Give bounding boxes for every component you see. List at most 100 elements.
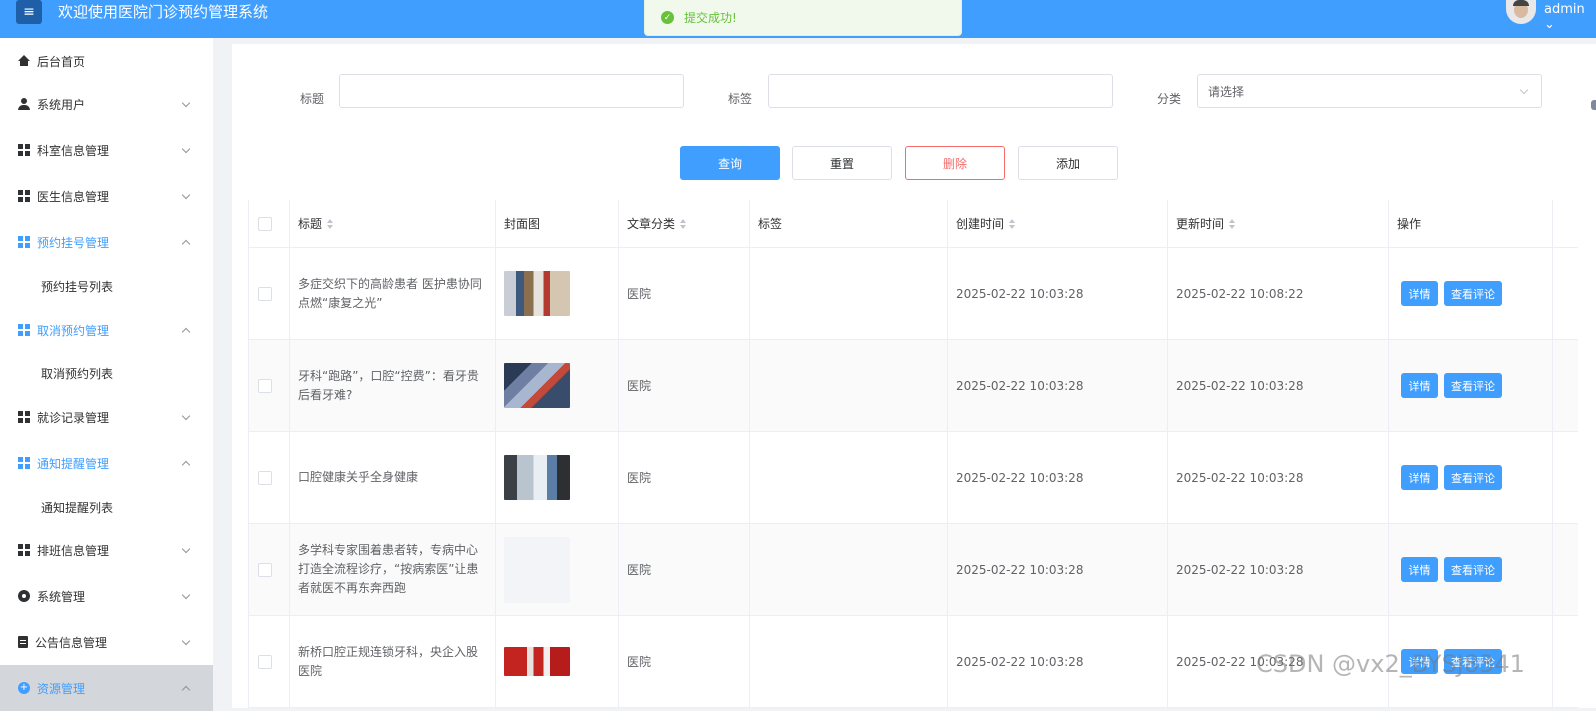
delete-button[interactable]: 删除	[905, 146, 1005, 180]
row-created: 2025-02-22 10:03:28	[956, 654, 1084, 669]
sidebar-subitem-cancellation-list[interactable]: 取消预约列表	[0, 350, 213, 396]
articles-table: 标题 封面图 文章分类 标签 创建时间 更新时间 操作 多症交织下的高龄患者 医…	[248, 200, 1578, 708]
row-category: 医院	[627, 379, 652, 393]
sidebar-item-label: 资源管理	[37, 681, 86, 696]
column-header-title[interactable]: 标题	[290, 200, 496, 247]
sidebar-item-label: 预约挂号管理	[37, 235, 110, 250]
tag-filter-label: 标签	[728, 92, 753, 106]
table-row: 多症交织下的高龄患者 医护患协同点燃“康复之光” 医院 2025-02-22 1…	[249, 248, 1578, 340]
sort-icon[interactable]	[1009, 218, 1016, 229]
row-title: 多症交织下的高龄患者 医护患协同点燃“康复之光”	[298, 276, 482, 310]
column-header-created[interactable]: 创建时间	[948, 200, 1168, 247]
sort-icon[interactable]	[680, 218, 687, 229]
category-select-placeholder: 请选择	[1208, 84, 1245, 99]
tag-filter-input[interactable]	[768, 74, 1113, 108]
column-header-category[interactable]: 文章分类	[619, 200, 750, 247]
sidebar-item-system-settings[interactable]: 系统管理	[0, 573, 213, 619]
grid-icon	[18, 190, 30, 202]
row-updated: 2025-02-22 10:08:22	[1176, 286, 1304, 301]
detail-button[interactable]: 详情	[1401, 281, 1438, 306]
chevron-down-icon	[181, 144, 191, 154]
chevron-up-icon	[181, 327, 191, 337]
sidebar-subitem-notification-list[interactable]: 通知提醒列表	[0, 484, 213, 530]
column-header-tag: 标签	[750, 200, 948, 247]
toast-message: 提交成功!	[684, 11, 737, 25]
table-row: 牙科“跑路”，口腔“控费”：看牙贵后看牙难? 医院 2025-02-22 10:…	[249, 340, 1578, 432]
view-comments-button[interactable]: 查看评论	[1444, 557, 1502, 582]
sort-icon[interactable]	[327, 218, 334, 229]
chevron-down-icon	[181, 544, 191, 554]
sidebar-item-visit-records[interactable]: 就诊记录管理	[0, 394, 213, 440]
sidebar-item-label: 公告信息管理	[35, 635, 108, 650]
sidebar-item-notifications[interactable]: 通知提醒管理	[0, 440, 213, 486]
row-checkbox[interactable]	[258, 378, 272, 393]
column-header-actions: 操作	[1389, 200, 1553, 247]
sidebar-subitem-appointment-list[interactable]: 预约挂号列表	[0, 263, 213, 309]
reset-button[interactable]: 重置	[792, 146, 892, 180]
chevron-up-icon	[181, 239, 191, 249]
select-all-checkbox[interactable]	[258, 216, 272, 231]
grid-icon	[18, 324, 30, 336]
row-checkbox[interactable]	[258, 470, 272, 485]
view-comments-button[interactable]: 查看评论	[1444, 281, 1502, 306]
chevron-down-icon	[181, 190, 191, 200]
grid-icon	[18, 236, 30, 248]
row-title: 多学科专家围着患者转，专病中心打造全流程诊疗，“按病索医”让患者就医不再东奔西跑	[298, 543, 479, 595]
row-checkbox[interactable]	[258, 562, 272, 577]
row-updated: 2025-02-22 10:03:28	[1176, 470, 1304, 485]
detail-button[interactable]: 详情	[1401, 465, 1438, 490]
sidebar-item-home[interactable]: 后台首页	[0, 38, 213, 84]
row-category: 医院	[627, 563, 652, 577]
sidebar-item-resources[interactable]: + 资源管理	[0, 665, 213, 711]
sidebar-item-doctors[interactable]: 医生信息管理	[0, 173, 213, 219]
row-created: 2025-02-22 10:03:28	[956, 378, 1084, 393]
sidebar-item-label: 系统用户	[37, 97, 86, 112]
title-filter-input[interactable]	[339, 74, 684, 108]
row-category: 医院	[627, 471, 652, 485]
plus-circle-icon: +	[18, 682, 30, 694]
row-category: 医院	[627, 655, 652, 669]
sidebar-item-label: 取消预约管理	[37, 323, 110, 338]
gear-icon	[18, 590, 30, 602]
chevron-up-icon	[181, 685, 191, 695]
chevron-down-icon	[181, 636, 191, 646]
row-created: 2025-02-22 10:03:28	[956, 286, 1084, 301]
watermark-text: CSDN @vx2_BYSJ8341	[1256, 650, 1525, 678]
view-comments-button[interactable]: 查看评论	[1444, 465, 1502, 490]
user-icon	[18, 98, 30, 110]
sidebar-item-appointments[interactable]: 预约挂号管理	[0, 219, 213, 265]
view-comments-button[interactable]: 查看评论	[1444, 373, 1502, 398]
query-button[interactable]: 查询	[680, 146, 780, 180]
cover-image	[504, 271, 570, 316]
sidebar-item-cancellations[interactable]: 取消预约管理	[0, 307, 213, 353]
sidebar-item-label: 医生信息管理	[37, 189, 110, 204]
row-created: 2025-02-22 10:03:28	[956, 562, 1084, 577]
row-checkbox[interactable]	[258, 654, 272, 669]
sidebar-item-label: 通知提醒管理	[37, 456, 110, 471]
category-select[interactable]: 请选择	[1197, 74, 1542, 108]
detail-button[interactable]: 详情	[1401, 557, 1438, 582]
column-header-updated[interactable]: 更新时间	[1168, 200, 1389, 247]
row-created: 2025-02-22 10:03:28	[956, 470, 1084, 485]
cover-image	[504, 647, 570, 676]
detail-button[interactable]: 详情	[1401, 373, 1438, 398]
sidebar-item-label: 通知提醒列表	[41, 500, 114, 515]
user-avatar[interactable]	[1506, 0, 1536, 24]
add-button[interactable]: 添加	[1018, 146, 1118, 180]
success-toast: ✓ 提交成功!	[644, 0, 962, 36]
row-title: 牙科“跑路”，口腔“控费”：看牙贵后看牙难?	[298, 368, 479, 402]
sort-icon[interactable]	[1229, 218, 1236, 229]
sidebar-item-system-users[interactable]: 系统用户	[0, 81, 213, 127]
grid-icon	[18, 144, 30, 156]
cover-image	[504, 363, 570, 408]
scroll-indicator[interactable]	[1591, 100, 1596, 110]
grid-icon	[18, 544, 30, 556]
sidebar-item-announcements[interactable]: 公告信息管理	[0, 619, 213, 665]
sidebar-item-label: 取消预约列表	[41, 366, 114, 381]
user-menu[interactable]: admin ⌄	[1544, 2, 1596, 32]
menu-toggle-button[interactable]: ≡	[16, 0, 42, 24]
row-updated: 2025-02-22 10:03:28	[1176, 562, 1304, 577]
sidebar-item-departments[interactable]: 科室信息管理	[0, 127, 213, 173]
sidebar-item-schedules[interactable]: 排班信息管理	[0, 527, 213, 573]
row-checkbox[interactable]	[258, 286, 272, 301]
